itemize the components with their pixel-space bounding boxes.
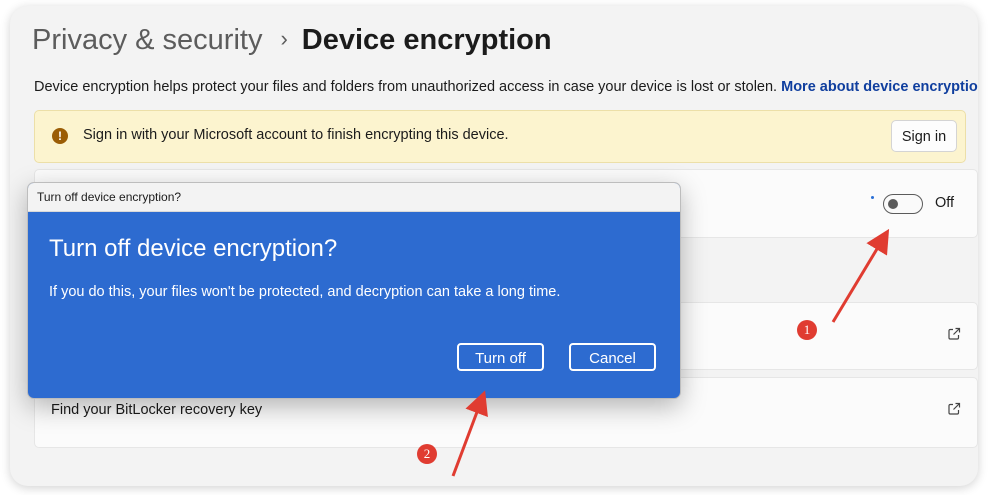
page-description: Device encryption helps protect your fil… [34, 79, 978, 95]
description-text: Device encryption helps protect your fil… [34, 79, 782, 95]
breadcrumb-parent[interactable]: Privacy & security [32, 24, 262, 56]
breadcrumb: Privacy & security › Device encryption [32, 24, 552, 57]
indicator-dot [871, 196, 874, 199]
dialog-titlebar: Turn off device encryption? [28, 183, 680, 212]
warning-icon: ! [52, 128, 68, 144]
recovery-key-label: Find your BitLocker recovery key [51, 402, 263, 418]
turn-off-encryption-dialog: Turn off device encryption? Turn off dev… [27, 182, 681, 399]
dialog-heading: Turn off device encryption? [49, 235, 338, 262]
chevron-right-icon: › [280, 26, 288, 51]
settings-window: Privacy & security › Device encryption Dev… [10, 6, 978, 486]
sign-in-button[interactable]: Sign in [891, 120, 957, 152]
turn-off-button[interactable]: Turn off [457, 343, 544, 371]
annotation-badge-1: 1 [797, 320, 817, 340]
more-about-encryption-link[interactable]: More about device encryption [781, 79, 978, 95]
toggle-state-label: Off [935, 195, 955, 211]
dialog-message: If you do this, your files won't be prot… [49, 284, 561, 300]
page-title: Device encryption [301, 24, 552, 56]
dialog-window-title: Turn off device encryption? [37, 190, 182, 204]
external-link-icon [948, 402, 961, 415]
encryption-toggle[interactable] [883, 194, 923, 214]
external-link-icon [948, 327, 961, 340]
cancel-button[interactable]: Cancel [569, 343, 656, 371]
sign-in-warning-banner: ! Sign in with your Microsoft account to… [34, 110, 966, 163]
annotation-badge-2: 2 [417, 444, 437, 464]
banner-message: Sign in with your Microsoft account to f… [83, 127, 509, 143]
toggle-knob [888, 199, 898, 209]
